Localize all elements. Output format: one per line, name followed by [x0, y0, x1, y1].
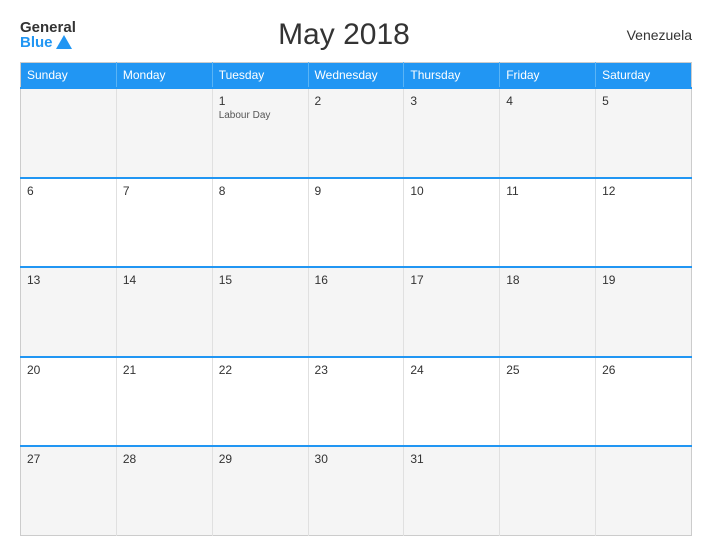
day-number: 8 — [219, 184, 302, 198]
day-number: 15 — [219, 273, 302, 287]
calendar-cell: 12 — [596, 178, 692, 268]
calendar-cell: 20 — [21, 357, 117, 447]
day-number: 11 — [506, 184, 589, 198]
calendar-cell: 1 Labour Day — [212, 88, 308, 178]
calendar-cell: 15 — [212, 267, 308, 357]
calendar-cell: 28 — [116, 446, 212, 536]
calendar-cell: 29 — [212, 446, 308, 536]
calendar-cell: 19 — [596, 267, 692, 357]
days-of-week-row: Sunday Monday Tuesday Wednesday Thursday… — [21, 63, 692, 89]
calendar-cell: 31 — [404, 446, 500, 536]
calendar-cell: 22 — [212, 357, 308, 447]
day-number: 19 — [602, 273, 685, 287]
day-number: 28 — [123, 452, 206, 466]
col-wednesday: Wednesday — [308, 63, 404, 89]
calendar-cell — [500, 446, 596, 536]
calendar-body: 1Labour Day23456789101112131415161718192… — [21, 88, 692, 536]
day-number: 13 — [27, 273, 110, 287]
calendar-cell: 13 — [21, 267, 117, 357]
calendar-week-row: 20 21 22 23 24 25 26 — [21, 357, 692, 447]
calendar-cell: 14 — [116, 267, 212, 357]
col-saturday: Saturday — [596, 63, 692, 89]
day-number: 12 — [602, 184, 685, 198]
calendar-cell: 18 — [500, 267, 596, 357]
day-number: 24 — [410, 363, 493, 377]
calendar-cell: 10 — [404, 178, 500, 268]
calendar-cell: 7 — [116, 178, 212, 268]
logo-blue-row: Blue — [20, 35, 72, 50]
calendar-table: Sunday Monday Tuesday Wednesday Thursday… — [20, 62, 692, 536]
calendar-cell — [21, 88, 117, 178]
holiday-label: Labour Day — [219, 110, 302, 121]
calendar-cell: 8 — [212, 178, 308, 268]
logo-blue-text: Blue — [20, 35, 53, 50]
logo-general-text: General — [20, 20, 76, 35]
day-number: 17 — [410, 273, 493, 287]
day-number: 18 — [506, 273, 589, 287]
day-number: 14 — [123, 273, 206, 287]
calendar-cell: 9 — [308, 178, 404, 268]
day-number: 30 — [315, 452, 398, 466]
day-number: 27 — [27, 452, 110, 466]
day-number: 3 — [410, 94, 493, 108]
day-number: 26 — [602, 363, 685, 377]
col-sunday: Sunday — [21, 63, 117, 89]
calendar-cell: 11 — [500, 178, 596, 268]
day-number: 6 — [27, 184, 110, 198]
day-number: 1 — [219, 94, 302, 108]
calendar-header: Sunday Monday Tuesday Wednesday Thursday… — [21, 63, 692, 89]
calendar-cell: 25 — [500, 357, 596, 447]
day-number: 29 — [219, 452, 302, 466]
day-number: 25 — [506, 363, 589, 377]
day-number: 23 — [315, 363, 398, 377]
col-monday: Monday — [116, 63, 212, 89]
calendar-cell — [116, 88, 212, 178]
day-number: 4 — [506, 94, 589, 108]
col-friday: Friday — [500, 63, 596, 89]
calendar-week-row: 13 14 15 16 17 18 19 — [21, 267, 692, 357]
calendar-cell: 30 — [308, 446, 404, 536]
calendar-cell: 5 — [596, 88, 692, 178]
calendar-cell: 21 — [116, 357, 212, 447]
day-number: 16 — [315, 273, 398, 287]
col-thursday: Thursday — [404, 63, 500, 89]
page: General Blue May 2018 Venezuela Sunday M… — [0, 0, 712, 550]
calendar-cell: 26 — [596, 357, 692, 447]
header: General Blue May 2018 Venezuela — [20, 18, 692, 52]
country-label: Venezuela — [612, 27, 692, 43]
calendar-cell: 24 — [404, 357, 500, 447]
day-number: 10 — [410, 184, 493, 198]
calendar-cell: 16 — [308, 267, 404, 357]
logo-triangle-icon — [56, 35, 72, 49]
calendar-title: May 2018 — [76, 18, 612, 52]
calendar-cell: 3 — [404, 88, 500, 178]
day-number: 21 — [123, 363, 206, 377]
calendar-week-row: 6789 10 11 12 — [21, 178, 692, 268]
calendar-week-row: 27 28 29 30 31 — [21, 446, 692, 536]
calendar-cell: 27 — [21, 446, 117, 536]
calendar-cell: 23 — [308, 357, 404, 447]
day-number: 20 — [27, 363, 110, 377]
day-number: 31 — [410, 452, 493, 466]
calendar-cell: 2 — [308, 88, 404, 178]
col-tuesday: Tuesday — [212, 63, 308, 89]
calendar-cell: 4 — [500, 88, 596, 178]
day-number: 9 — [315, 184, 398, 198]
day-number: 5 — [602, 94, 685, 108]
calendar-cell: 6 — [21, 178, 117, 268]
day-number: 7 — [123, 184, 206, 198]
day-number: 22 — [219, 363, 302, 377]
logo: General Blue — [20, 20, 76, 50]
calendar-cell — [596, 446, 692, 536]
calendar-cell: 17 — [404, 267, 500, 357]
calendar-week-row: 1 Labour Day 2345 — [21, 88, 692, 178]
day-number: 2 — [315, 94, 398, 108]
